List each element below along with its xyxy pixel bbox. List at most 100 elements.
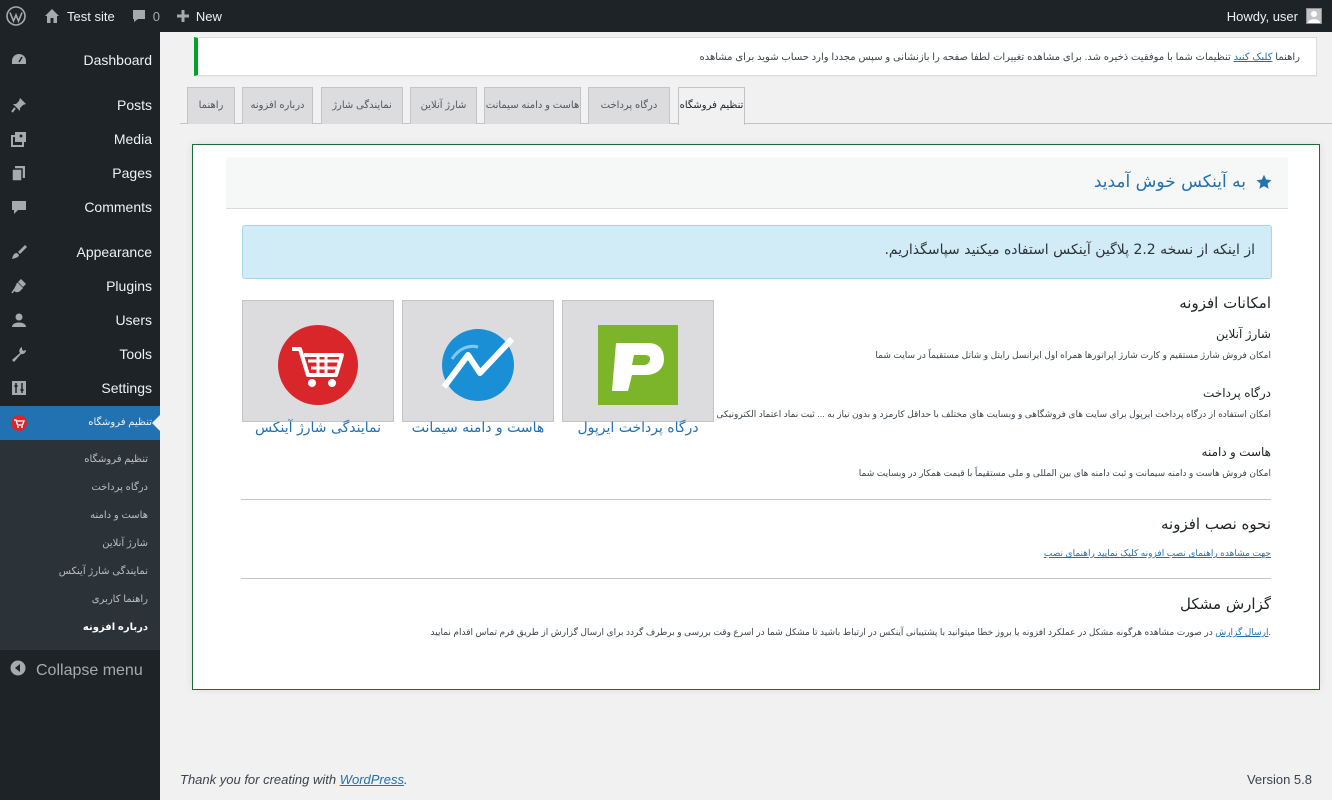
howdy-label: Howdy, user — [1226, 8, 1298, 24]
comments-link[interactable]: 0 — [123, 0, 168, 32]
report-link[interactable]: ارسال گزارش — [1215, 627, 1268, 637]
admin-sidebar: Dashboard Posts Media Pages Comments App… — [0, 32, 160, 800]
sidebar-item-label: Dashboard — [83, 52, 153, 68]
new-content-link[interactable]: New — [168, 0, 230, 32]
sidebar-item-label: Posts — [116, 97, 152, 113]
install-guide-link[interactable]: جهت مشاهده راهنمای نصب افزونه کلیک نمایی… — [1044, 548, 1271, 559]
submenu-item-user-guide[interactable]: راهنما کاربری — [92, 594, 148, 605]
irpool-card[interactable] — [562, 300, 714, 422]
tab-charge-agency[interactable]: نمایندگی شارژ — [321, 87, 403, 124]
comment-icon — [10, 198, 28, 216]
notice-text: راهنما کلیک کنید تنظیمات شما با موفقیت ذ… — [699, 52, 1300, 63]
notice-text-after: راهنما — [1275, 52, 1300, 63]
sidebar-item-label: Appearance — [76, 244, 152, 260]
media-icon — [10, 130, 28, 148]
footer-thanks: Thank you for creating with WordPress. — [180, 772, 408, 787]
sidebar-item-plugins[interactable]: Plugins — [0, 269, 160, 303]
install-title: نحوه نصب افزونه — [1161, 515, 1271, 533]
divider — [241, 578, 1271, 579]
brush-icon — [10, 243, 28, 261]
wordpress-logo-icon[interactable] — [0, 0, 36, 32]
cart-icon — [10, 414, 28, 432]
submenu-item-host-domain[interactable]: هاست و دامنه — [90, 510, 148, 521]
sidebar-item-label: Comments — [84, 199, 152, 215]
charge-agency-card-label[interactable]: نمایندگی شارژ آینکس — [242, 420, 394, 436]
user-icon — [10, 311, 28, 329]
tab-store-settings[interactable]: تنظیم فروشگاه — [678, 87, 745, 125]
sidebar-item-label: Pages — [112, 165, 152, 181]
site-name-link[interactable]: Test site — [36, 0, 123, 32]
sidebar-item-dashboard[interactable]: Dashboard — [0, 43, 160, 77]
irpool-logo-icon — [598, 325, 678, 405]
pin-icon — [10, 96, 28, 114]
report-text-line: ارسال گزارش در صورت مشاهده هرگونه مشکل د… — [431, 627, 1271, 638]
sidebar-item-label: Plugins — [106, 278, 152, 294]
cart-logo-icon — [278, 325, 358, 405]
wrench-icon — [10, 345, 28, 363]
tab-payment-gateway[interactable]: درگاه پرداخت — [588, 87, 670, 124]
report-title: گزارش مشکل — [1180, 595, 1271, 613]
site-name-label: Test site — [67, 8, 115, 24]
panel-title: به آینکس خوش آمدید — [1094, 172, 1272, 192]
avatar — [1306, 8, 1322, 24]
sidebar-item-label: تنظیم فروشگاه — [88, 417, 152, 428]
footer-period: . — [404, 772, 408, 787]
features-title: امکانات افزونه — [1179, 294, 1271, 312]
submenu-item-about[interactable]: درباره افزونه — [83, 622, 148, 633]
tab-about[interactable]: درباره افزونه — [242, 87, 313, 124]
sidebar-submenu: تنظیم فروشگاه درگاه پرداخت هاست و دامنه … — [0, 440, 160, 650]
comments-count: 0 — [152, 8, 160, 24]
tab-online-charge[interactable]: شارژ آنلاین — [410, 87, 477, 124]
panel-header: به آینکس خوش آمدید — [226, 157, 1288, 209]
sidebar-item-posts[interactable]: Posts — [0, 88, 160, 122]
notice-link[interactable]: کلیک کنید — [1234, 52, 1273, 63]
comment-bubble-icon — [131, 8, 147, 24]
collapse-menu-button[interactable]: Collapse menu — [0, 658, 160, 682]
main-panel: به آینکس خوش آمدید .از اینکه از نسخه 2.2… — [192, 144, 1320, 690]
pages-icon — [10, 164, 28, 182]
settings-icon — [10, 379, 28, 397]
sidebar-item-comments[interactable]: Comments — [0, 190, 160, 224]
sidebar-item-settings[interactable]: Settings — [0, 371, 160, 405]
success-notice: راهنما کلیک کنید تنظیمات شما با موفقیت ذ… — [194, 37, 1317, 76]
submenu-item-online-charge[interactable]: شارژ آنلاین — [102, 538, 148, 549]
admin-bar: Test site 0 New Howdy, user — [0, 0, 1332, 32]
my-account-link[interactable]: Howdy, user — [1227, 8, 1332, 24]
sidebar-item-tools[interactable]: Tools — [0, 337, 160, 371]
panel-title-text: به آینکس خوش آمدید — [1093, 172, 1246, 192]
submenu-item-charge-agency[interactable]: نمایندگی شارژ آینکس — [59, 566, 148, 577]
sidebar-item-users[interactable]: Users — [0, 303, 160, 337]
submenu-item-store-settings[interactable]: تنظیم فروشگاه — [84, 454, 148, 465]
simant-card-label[interactable]: هاست و دامنه سیمانت — [402, 420, 554, 436]
plugin-icon — [10, 277, 28, 295]
sidebar-item-store-settings[interactable]: تنظیم فروشگاه — [0, 406, 160, 440]
sidebar-item-pages[interactable]: Pages — [0, 156, 160, 190]
tab-help[interactable]: راهنما — [187, 87, 235, 124]
sidebar-item-appearance[interactable]: Appearance — [0, 235, 160, 269]
footer-thanks-text: Thank you for creating with — [180, 772, 340, 787]
divider — [241, 499, 1271, 500]
irpool-card-label[interactable]: درگاه پرداخت ایرپول — [562, 420, 714, 436]
info-text: .از اینکه از نسخه 2.2 پلاگین آینکس استفا… — [884, 242, 1255, 258]
feature-desc-payment-gateway: امکان استفاده از درگاه پرداخت ایرپول برا… — [716, 409, 1271, 419]
feature-title-host-domain: هاست و دامنه — [1201, 445, 1271, 459]
tab-host-domain[interactable]: هاست و دامنه سیمانت — [484, 87, 581, 124]
submenu-item-payment-gateway[interactable]: درگاه پرداخت — [91, 482, 148, 493]
feature-title-online-charge: شارژ آنلاین — [1216, 327, 1271, 341]
feature-desc-host-domain: امکان فروش هاست و دامنه سیمانت و ثبت دام… — [858, 468, 1271, 478]
wordpress-link[interactable]: WordPress — [340, 772, 404, 787]
report-text: در صورت مشاهده هرگونه مشکل در عملکرد افز… — [430, 627, 1271, 637]
sidebar-item-media[interactable]: Media — [0, 122, 160, 156]
collapse-menu-label: Collapse menu — [36, 662, 143, 679]
simant-card[interactable] — [402, 300, 554, 422]
info-box: .از اینکه از نسخه 2.2 پلاگین آینکس استفا… — [242, 225, 1272, 279]
nav-tab-wrapper: راهنما درباره افزونه نمایندگی شارژ شارژ … — [180, 87, 1332, 125]
simant-logo-icon — [438, 325, 518, 405]
dashboard-icon — [10, 51, 28, 69]
collapse-arrow-icon — [10, 660, 26, 676]
sidebar-item-label: Settings — [101, 380, 152, 396]
plus-icon — [176, 9, 190, 23]
star-icon — [1256, 174, 1272, 190]
sidebar-item-label: Media — [113, 131, 152, 147]
charge-agency-card[interactable] — [242, 300, 394, 422]
